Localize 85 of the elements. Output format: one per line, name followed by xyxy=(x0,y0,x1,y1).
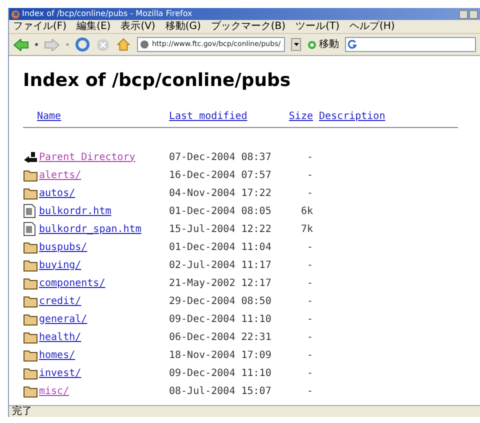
file-link[interactable]: alerts/ xyxy=(39,170,82,180)
file-size: - xyxy=(306,312,313,326)
address-dropdown-button[interactable] xyxy=(291,38,301,51)
folder-icon xyxy=(23,186,38,200)
globe-icon xyxy=(140,40,149,49)
document-icon xyxy=(23,204,36,218)
page-heading: Index of /bcp/conline/pubs xyxy=(23,69,292,93)
file-link[interactable]: buying/ xyxy=(39,260,82,270)
folder-icon xyxy=(23,330,38,344)
caret-icon xyxy=(294,43,298,46)
folder-icon xyxy=(23,312,38,326)
modified-date: 01-Dec-2004 08:05 xyxy=(169,204,272,218)
file-link[interactable]: components/ xyxy=(39,278,106,288)
file-size: - xyxy=(306,384,313,398)
folder-icon xyxy=(23,348,38,362)
modified-date: 15-Jul-2004 12:22 xyxy=(169,222,272,236)
modified-date: 09-Dec-2004 11:10 xyxy=(169,312,272,326)
modified-date: 04-Nov-2004 17:22 xyxy=(169,186,272,200)
document-icon xyxy=(23,222,36,236)
file-link[interactable]: general/ xyxy=(39,314,88,324)
file-size: - xyxy=(306,150,313,164)
reload-icon[interactable] xyxy=(75,37,90,52)
modified-date: 02-Jul-2004 11:17 xyxy=(169,258,272,272)
status-text: 完了 xyxy=(12,406,32,416)
file-size: - xyxy=(306,294,313,308)
folder-icon xyxy=(23,240,38,254)
menu-item[interactable]: ツール(T) xyxy=(296,22,340,32)
go-circle-icon xyxy=(307,40,317,50)
go-button[interactable]: 移動 xyxy=(307,40,339,50)
file-link[interactable]: bulkordr_span.htm xyxy=(39,224,142,234)
file-link[interactable]: misc/ xyxy=(39,386,70,396)
file-size: - xyxy=(306,366,313,380)
file-size: - xyxy=(306,168,313,182)
return-arrow-icon xyxy=(23,151,38,163)
column-header-link[interactable]: Description xyxy=(313,108,386,124)
forward-arrow-icon[interactable] xyxy=(44,38,60,50)
folder-icon xyxy=(23,384,38,398)
folder-icon xyxy=(23,366,38,380)
modified-date: 21-May-2002 12:17 xyxy=(169,276,272,290)
file-size: - xyxy=(306,348,313,362)
modified-date: 08-Jul-2004 15:07 xyxy=(169,384,272,398)
file-link[interactable]: buspubs/ xyxy=(39,242,88,252)
column-header-link[interactable]: Name xyxy=(37,108,169,124)
menu-item[interactable]: 移動(G) xyxy=(165,22,201,32)
file-size: 6k xyxy=(300,204,313,218)
file-link[interactable]: health/ xyxy=(39,332,82,342)
file-size: - xyxy=(306,258,313,272)
file-link[interactable]: autos/ xyxy=(39,188,76,198)
back-arrow-icon[interactable] xyxy=(13,38,29,50)
file-size: - xyxy=(306,186,313,200)
folder-icon xyxy=(23,276,38,290)
menu-item[interactable]: 編集(E) xyxy=(76,22,111,32)
menu-item[interactable]: 表示(V) xyxy=(120,22,156,32)
folder-icon xyxy=(23,168,38,182)
stop-icon[interactable] xyxy=(96,38,110,52)
modified-date: 09-Dec-2004 11:10 xyxy=(169,366,272,380)
maximize-button[interactable] xyxy=(469,10,478,18)
minimize-button[interactable] xyxy=(459,10,468,18)
file-link[interactable]: credit/ xyxy=(39,296,82,306)
search-field[interactable] xyxy=(345,37,476,52)
menu-item[interactable]: ブックマーク(B) xyxy=(210,22,286,32)
modified-date: 01-Dec-2004 11:04 xyxy=(169,240,272,254)
modified-date: 18-Nov-2004 17:09 xyxy=(169,348,272,362)
menu-item[interactable]: ヘルプ(H) xyxy=(350,22,395,32)
modified-date: 06-Dec-2004 22:31 xyxy=(169,330,272,344)
file-size: - xyxy=(306,240,313,254)
file-size: - xyxy=(306,276,313,290)
file-link[interactable]: homes/ xyxy=(39,350,76,360)
column-header-link[interactable]: Size xyxy=(279,108,313,124)
menu-item[interactable]: ファイル(F) xyxy=(13,22,67,32)
folder-icon xyxy=(23,258,38,272)
window-title: Index of /bcp/conline/pubs - Mozilla Firefox xyxy=(22,10,192,18)
modified-date: 07-Dec-2004 08:37 xyxy=(169,150,272,164)
home-icon[interactable] xyxy=(116,37,131,52)
file-size: - xyxy=(306,330,313,344)
file-link[interactable]: Parent Directory xyxy=(39,152,136,162)
browser-logo-icon xyxy=(11,10,20,18)
search-engine-icon xyxy=(348,40,357,49)
folder-icon xyxy=(23,294,38,308)
modified-date: 29-Dec-2004 08:50 xyxy=(169,294,272,308)
column-header-link[interactable]: Last modified xyxy=(169,108,279,124)
modified-date: 16-Dec-2004 07:57 xyxy=(169,168,272,182)
file-link[interactable]: invest/ xyxy=(39,368,82,378)
file-link[interactable]: bulkordr.htm xyxy=(39,206,112,216)
file-size: 7k xyxy=(300,222,313,236)
